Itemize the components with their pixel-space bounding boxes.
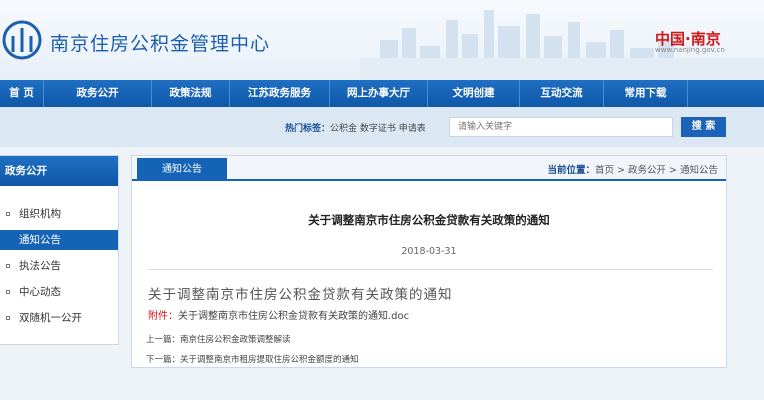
sidebar-item-label: 双随机一公开 — [19, 312, 82, 324]
prev-label: 上一篇： — [146, 335, 181, 345]
article-date: 2018-03-31 — [401, 246, 457, 257]
nav-item-interaction[interactable]: 互动交流 — [520, 80, 604, 107]
nav-item-policies[interactable]: 政策法规 — [152, 80, 230, 107]
sidebar-item-label: 执法公告 — [19, 260, 61, 272]
hot-tags-list[interactable]: 公积金 数字证书 申请表 — [330, 124, 426, 134]
square-bullet-icon — [6, 212, 10, 216]
square-bullet-icon — [6, 290, 10, 294]
prev-article-link[interactable]: 南京住房公积金政策调整解读 — [180, 335, 291, 345]
breadcrumb: 当前位置：首页 > 政务公开 > 通知公告 — [547, 162, 718, 176]
main-content: 通知公告 当前位置：首页 > 政务公开 > 通知公告 关于调整南京市住房公积金贷… — [131, 155, 727, 368]
nanjing-gov-url: www.nanjing.gov.cn — [655, 46, 725, 54]
nav-item-downloads[interactable]: 常用下载 — [604, 80, 688, 107]
breadcrumb-path[interactable]: 首页 > 政务公开 > 通知公告 — [595, 165, 718, 176]
attachment: 附件：关于调整南京市住房公积金贷款有关政策的通知.doc — [148, 307, 409, 322]
sidebar-item-label: 组织机构 — [19, 208, 61, 220]
sidebar-item-label: 通知公告 — [19, 234, 61, 246]
prev-article: 上一篇：南京住房公积金政策调整解读 — [146, 333, 291, 345]
hot-tags: 热门标签：公积金 数字证书 申请表 — [285, 121, 426, 134]
article-body-title: 关于调整南京市住房公积金贷款有关政策的通知 — [148, 287, 453, 303]
main-nav: 首 页 政务公开 政策法规 江苏政务服务 网上办事大厅 文明创建 互动交流 常用… — [0, 80, 764, 107]
sidebar-list: 组织机构 通知公告 执法公告 中心动态 双随机一公开 — [0, 204, 118, 328]
next-article-link[interactable]: 关于调整南京市租房提取住房公积金额度的通知 — [180, 355, 359, 365]
square-bullet-icon — [6, 264, 10, 268]
nav-item-online-hall[interactable]: 网上办事大厅 — [330, 80, 428, 107]
next-label: 下一篇： — [146, 355, 181, 365]
sidebar-item-random-inspection[interactable]: 双随机一公开 — [0, 308, 118, 328]
hot-tags-label: 热门标签： — [285, 124, 331, 134]
sidebar-item-notices[interactable]: 通知公告 — [0, 230, 118, 250]
search-button[interactable]: 搜 索 — [681, 117, 726, 137]
site-logo-icon[interactable] — [2, 18, 42, 62]
sidebar-item-enforcement[interactable]: 执法公告 — [0, 256, 118, 276]
nav-item-gov-affairs[interactable]: 政务公开 — [44, 80, 152, 107]
breadcrumb-label: 当前位置： — [547, 165, 595, 176]
nav-item-civilization[interactable]: 文明创建 — [428, 80, 520, 107]
nav-item-home[interactable]: 首 页 — [0, 80, 44, 107]
sidebar-item-label: 中心动态 — [19, 286, 61, 298]
article-title: 关于调整南京市住房公积金贷款有关政策的通知 — [308, 213, 550, 227]
sidebar-item-news[interactable]: 中心动态 — [0, 282, 118, 302]
nav-filler — [688, 80, 764, 107]
nav-item-jiangsu-services[interactable]: 江苏政务服务 — [230, 80, 330, 107]
attachment-link[interactable]: 关于调整南京市住房公积金贷款有关政策的通知.doc — [178, 311, 409, 322]
site-header: 南京住房公积金管理中心 中国·南京 www.nanjing.gov.cn — [0, 0, 764, 80]
next-article: 下一篇：关于调整南京市租房提取住房公积金额度的通知 — [146, 353, 359, 365]
sidebar-item-organization[interactable]: 组织机构 — [0, 204, 118, 224]
sidebar: 政务公开 组织机构 通知公告 执法公告 中心动态 双随机一公开 — [0, 155, 119, 345]
search-input[interactable] — [449, 117, 673, 137]
divider — [147, 269, 713, 270]
tab-notices[interactable]: 通知公告 — [137, 158, 227, 181]
attachment-label: 附件： — [148, 311, 178, 322]
square-bullet-icon — [6, 316, 10, 320]
site-name[interactable]: 南京住房公积金管理中心 — [50, 29, 270, 56]
sidebar-title: 政务公开 — [0, 156, 118, 186]
content-tabbar: 通知公告 当前位置：首页 > 政务公开 > 通知公告 — [132, 156, 726, 181]
